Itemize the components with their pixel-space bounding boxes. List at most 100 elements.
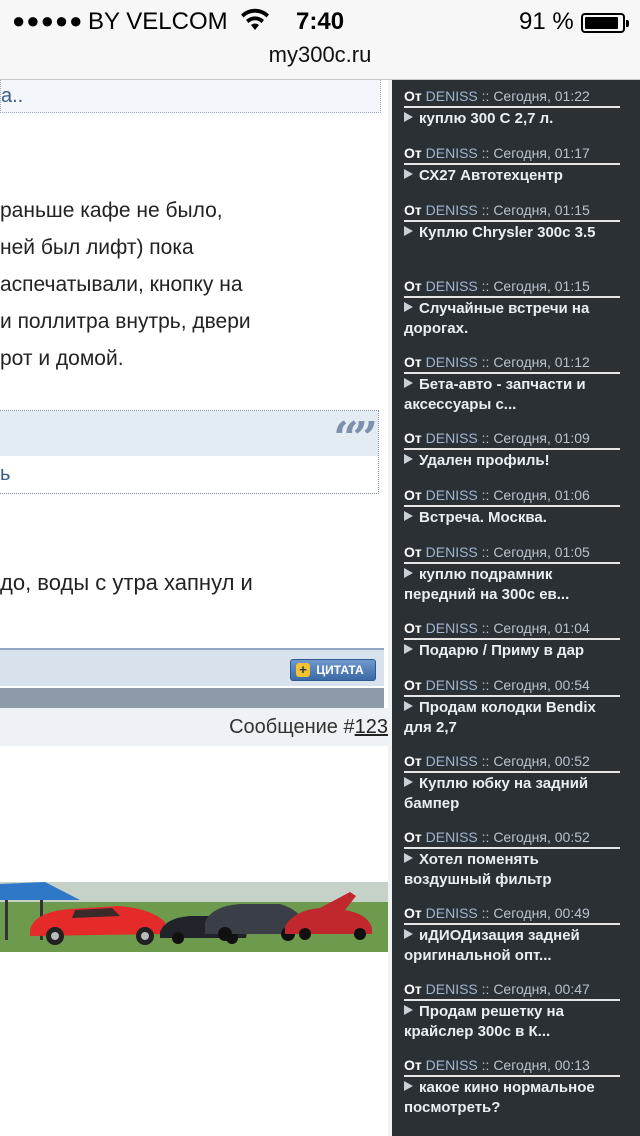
quote-link[interactable]: ь xyxy=(0,463,10,486)
quote-header: “” xyxy=(0,411,378,464)
address-bar[interactable]: my300c.ru xyxy=(0,42,640,68)
sidebar-topic[interactable]: От DENISS :: Сегодня, 01:09 Удален профи… xyxy=(404,430,620,471)
author-link[interactable]: DENISS xyxy=(426,145,478,161)
sidebar-topic[interactable]: От DENISS :: Сегодня, 01:04 Подарю / При… xyxy=(404,620,620,661)
topic-meta: От DENISS :: Сегодня, 00:52 xyxy=(404,829,620,849)
author-link[interactable]: DENISS xyxy=(426,430,478,446)
sidebar-topic[interactable]: От DENISS :: Сегодня, 01:22 куплю 300 С … xyxy=(404,88,620,129)
topic-title[interactable]: куплю подрамник передний на 300с ев... xyxy=(404,565,620,605)
sidebar-topic[interactable]: От DENISS :: Сегодня, 00:52 Хотел поменя… xyxy=(404,829,620,890)
topic-title[interactable]: Встреча. Москва. xyxy=(404,508,620,528)
topic-title[interactable]: Продам решетку на крайслер 300с в К... xyxy=(404,1002,620,1042)
topic-time: :: Сегодня, 00:49 xyxy=(481,905,590,921)
author-link[interactable]: DENISS xyxy=(426,753,478,769)
arrow-icon xyxy=(404,511,413,521)
sidebar-topic[interactable]: От DENISS :: Сегодня, 01:05 куплю подрам… xyxy=(404,544,620,605)
clock: 7:40 xyxy=(296,8,345,35)
wifi-icon xyxy=(241,8,269,30)
topic-title-text: СХ27 Автотехцентр xyxy=(419,167,563,184)
from-label: От xyxy=(404,905,422,921)
cars-banner-image[interactable] xyxy=(0,882,389,952)
topic-meta: От DENISS :: Сегодня, 01:22 xyxy=(404,88,620,108)
topic-time: :: Сегодня, 00:52 xyxy=(481,829,590,845)
topic-title[interactable]: куплю 300 С 2,7 л. xyxy=(404,109,620,129)
topic-meta: От DENISS :: Сегодня, 00:49 xyxy=(404,905,620,925)
topic-title[interactable]: Подарю / Приму в дар xyxy=(404,641,620,661)
author-link[interactable]: DENISS xyxy=(426,1057,478,1073)
author-link[interactable]: DENISS xyxy=(426,544,478,560)
post-line: и поллитра внутрь, двери xyxy=(0,310,251,333)
topic-meta: От DENISS :: Сегодня, 01:04 xyxy=(404,620,620,640)
topic-title[interactable]: Куплю Chrysler 300c 3.5 xyxy=(404,223,620,243)
arrow-icon xyxy=(404,853,413,863)
topic-title-text: Подарю / Приму в дар xyxy=(419,642,585,659)
sidebar-topic[interactable]: От DENISS :: Сегодня, 01:17 СХ27 Автотех… xyxy=(404,145,620,186)
message-label-text: Сообщение # xyxy=(229,716,355,738)
topic-meta: От DENISS :: Сегодня, 01:05 xyxy=(404,544,620,564)
topic-title[interactable]: Удален профиль! xyxy=(404,451,620,471)
post-link[interactable]: а.. xyxy=(1,85,23,108)
author-link[interactable]: DENISS xyxy=(426,905,478,921)
latest-topics-sidebar: От DENISS :: Сегодня, 01:22 куплю 300 С … xyxy=(392,80,640,1136)
topic-title[interactable]: Бета-авто - запчасти и аксессуары с... xyxy=(404,375,620,415)
topic-title[interactable]: Куплю юбку на задний бампер xyxy=(404,774,620,814)
from-label: От xyxy=(404,829,422,845)
sidebar-topic[interactable]: От DENISS :: Сегодня, 00:47 Продам решет… xyxy=(404,981,620,1042)
battery-icon xyxy=(581,13,629,33)
topic-meta: От DENISS :: Сегодня, 01:09 xyxy=(404,430,620,450)
sidebar-topic[interactable]: От DENISS :: Сегодня, 01:12 Бета-авто - … xyxy=(404,354,620,415)
arrow-icon xyxy=(404,226,413,236)
topic-title[interactable]: Случайные встречи на дорогах. xyxy=(404,299,620,339)
battery-level xyxy=(585,17,618,29)
author-link[interactable]: DENISS xyxy=(426,354,478,370)
status-bar: ●●●●● BY VELCOM 7:40 91 % my300c.ru xyxy=(0,0,640,80)
topic-time: :: Сегодня, 01:15 xyxy=(481,202,590,218)
topic-time: :: Сегодня, 01:09 xyxy=(481,430,590,446)
topic-time: :: Сегодня, 00:54 xyxy=(481,677,590,693)
author-link[interactable]: DENISS xyxy=(426,620,478,636)
topic-title-text: Встреча. Москва. xyxy=(419,509,547,526)
author-link[interactable]: DENISS xyxy=(426,278,478,294)
arrow-icon xyxy=(404,1081,413,1091)
sidebar-topic[interactable]: От DENISS :: Сегодня, 00:49 иДИОДизация … xyxy=(404,905,620,966)
arrow-icon xyxy=(404,929,413,939)
topic-time: :: Сегодня, 01:04 xyxy=(481,620,590,636)
quote-marks-icon: “” xyxy=(333,413,378,464)
post-line: ней был лифт) пока xyxy=(0,236,194,259)
sidebar-topic[interactable]: От DENISS :: Сегодня, 00:52 Куплю юбку н… xyxy=(404,753,620,814)
author-link[interactable]: DENISS xyxy=(426,202,478,218)
post-body: раньше кафе не было, ней был лифт) пока … xyxy=(0,192,392,377)
topic-title[interactable]: Хотел поменять воздушный фильтр xyxy=(404,850,620,890)
topic-time: :: Сегодня, 00:47 xyxy=(481,981,590,997)
sidebar-topic[interactable]: От DENISS :: Сегодня, 00:54 Продам колод… xyxy=(404,677,620,738)
topic-title-text: Хотел поменять воздушный фильтр xyxy=(404,851,552,888)
topic-title[interactable]: иДИОДизация задней оригинальной опт... xyxy=(404,926,620,966)
topic-title[interactable]: какое кино нормальное посмотреть? xyxy=(404,1078,620,1118)
arrow-icon xyxy=(404,454,413,464)
topic-title-text: иДИОДизация задней оригинальной опт... xyxy=(404,927,580,964)
topic-title[interactable]: Продам колодки Bendix для 2,7 xyxy=(404,698,620,738)
arrow-icon xyxy=(404,701,413,711)
author-link[interactable]: DENISS xyxy=(426,829,478,845)
battery-percent: 91 % xyxy=(519,8,574,35)
topic-title-text: Куплю Chrysler 300c 3.5 xyxy=(419,224,596,241)
from-label: От xyxy=(404,620,422,636)
sidebar-topic[interactable]: От DENISS :: Сегодня, 00:13 какое кино н… xyxy=(404,1057,620,1118)
author-link[interactable]: DENISS xyxy=(426,981,478,997)
topic-title-text: какое кино нормальное посмотреть? xyxy=(404,1079,595,1116)
sidebar-topic[interactable]: От DENISS :: Сегодня, 01:15 Случайные вс… xyxy=(404,278,620,339)
topic-time: :: Сегодня, 00:52 xyxy=(481,753,590,769)
topic-meta: От DENISS :: Сегодня, 01:12 xyxy=(404,354,620,374)
quote-button[interactable]: + ЦИТАТА xyxy=(290,659,376,681)
topic-time: :: Сегодня, 01:22 xyxy=(481,88,590,104)
author-link[interactable]: DENISS xyxy=(426,677,478,693)
from-label: От xyxy=(404,677,422,693)
message-number-link[interactable]: 123 xyxy=(355,716,388,738)
author-link[interactable]: DENISS xyxy=(426,487,478,503)
topic-meta: От DENISS :: Сегодня, 00:47 xyxy=(404,981,620,1001)
author-link[interactable]: DENISS xyxy=(426,88,478,104)
carrier-name: BY VELCOM xyxy=(88,8,228,35)
topic-title[interactable]: СХ27 Автотехцентр xyxy=(404,166,620,186)
sidebar-topic[interactable]: От DENISS :: Сегодня, 01:06 Встреча. Мос… xyxy=(404,487,620,528)
sidebar-topic[interactable]: От DENISS :: Сегодня, 01:15 Куплю Chrysl… xyxy=(404,202,620,243)
